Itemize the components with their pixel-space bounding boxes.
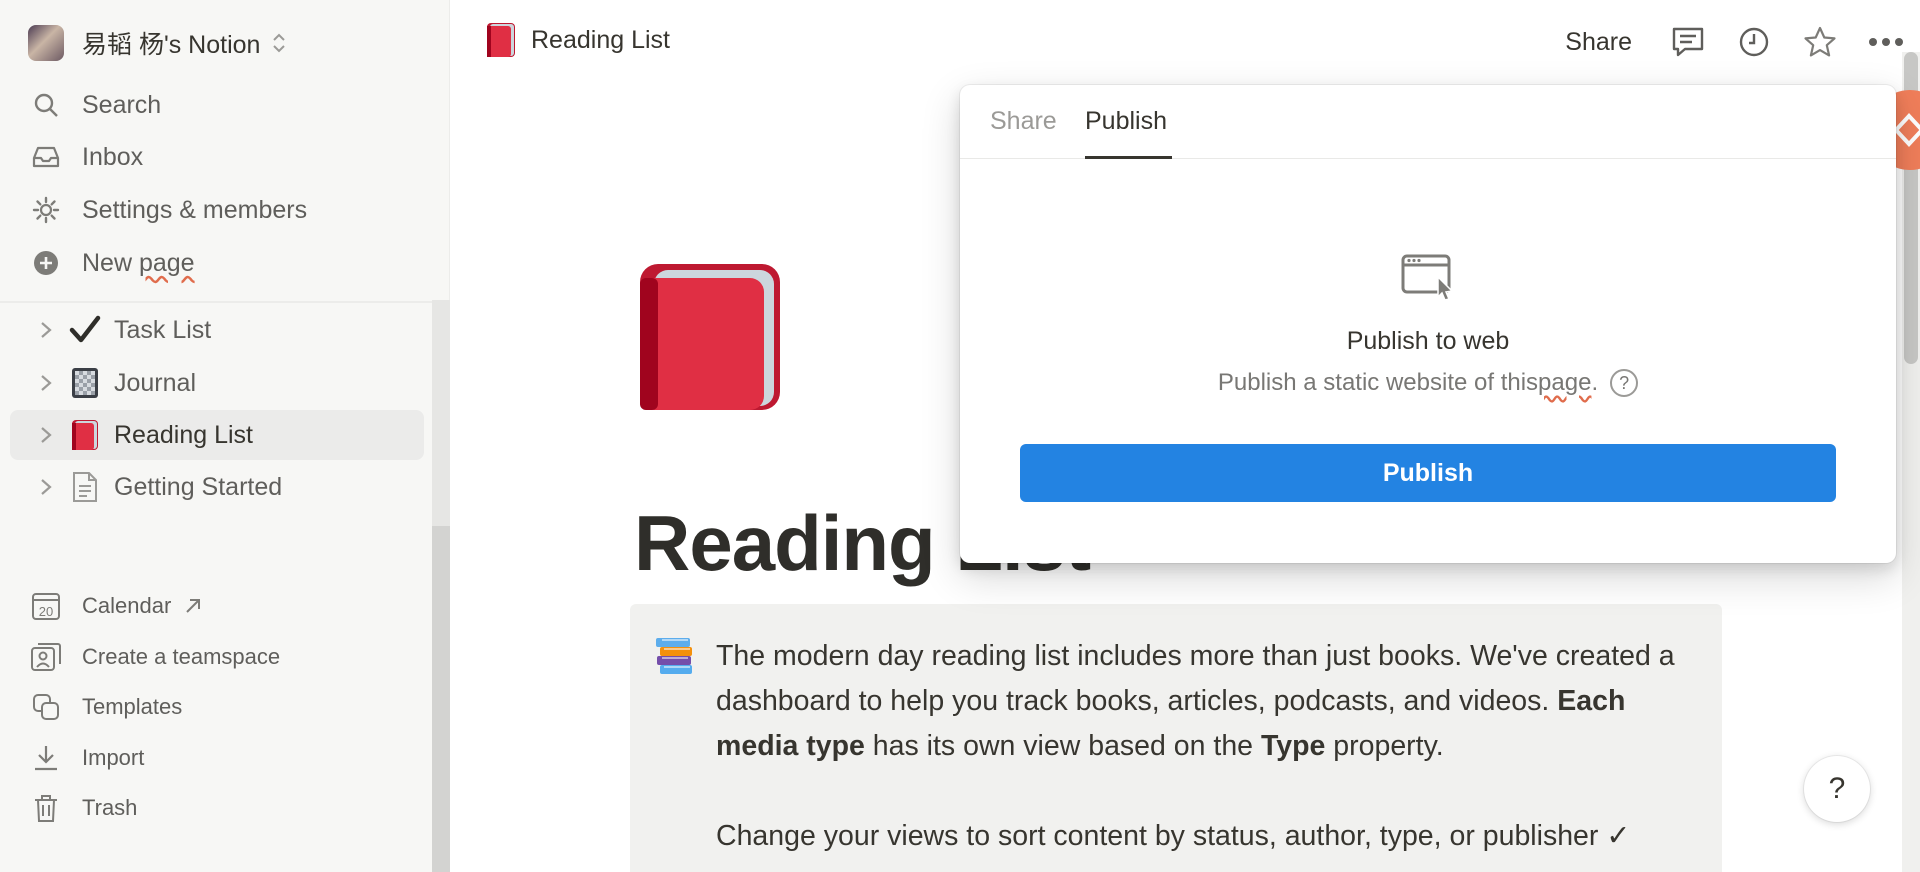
gear-icon bbox=[28, 192, 64, 228]
search-icon bbox=[28, 87, 64, 123]
download-icon bbox=[28, 740, 64, 776]
help-icon[interactable]: ? bbox=[1610, 369, 1639, 397]
topbar: Reading List Share bbox=[450, 0, 1920, 84]
publish-description: Publish a static website of this page. ? bbox=[960, 369, 1896, 397]
top-actions: Share bbox=[1565, 18, 1920, 66]
red-book-icon bbox=[487, 23, 515, 57]
publish-heading: Publish to web bbox=[1346, 327, 1510, 355]
sidebar-import[interactable]: Import bbox=[28, 736, 144, 780]
sidebar-inbox-label: Inbox bbox=[82, 142, 144, 171]
sidebar-page-label: Journal bbox=[114, 368, 196, 397]
breadcrumb-title: Reading List bbox=[531, 25, 670, 54]
books-icon bbox=[656, 638, 692, 674]
chevron-right-icon[interactable] bbox=[28, 365, 64, 401]
chevron-right-icon[interactable] bbox=[28, 469, 64, 505]
callout-paragraph: The modern day reading list includes mor… bbox=[716, 640, 1675, 762]
callout-block[interactable]: The modern day reading list includes mor… bbox=[630, 604, 1722, 872]
sidebar-new-page[interactable]: New page bbox=[28, 240, 195, 286]
breadcrumb[interactable]: Reading List bbox=[485, 22, 670, 58]
popover-tabs: Share Publish bbox=[960, 85, 1896, 159]
sidebar-search[interactable]: Search bbox=[28, 82, 161, 128]
sidebar-templates-label: Templates bbox=[82, 694, 183, 719]
sidebar-scrollbar[interactable] bbox=[432, 300, 450, 872]
sidebar-search-label: Search bbox=[82, 90, 162, 119]
sidebar-settings[interactable]: Settings & members bbox=[28, 187, 307, 233]
sidebar-page-reading-list[interactable]: Reading List bbox=[10, 410, 424, 460]
plus-circle-icon bbox=[28, 245, 64, 281]
callout-paragraph-2: Change your views to sort content by sta… bbox=[716, 820, 1631, 852]
sidebar-create-teamspace-label: Create a teamspace bbox=[82, 644, 281, 669]
sidebar-page-label: Task List bbox=[114, 315, 212, 344]
sidebar-calendar-label: Calendar bbox=[82, 593, 172, 618]
document-icon bbox=[68, 470, 102, 504]
clock-icon[interactable] bbox=[1732, 20, 1776, 64]
star-icon[interactable] bbox=[1798, 20, 1842, 64]
sidebar-page-label: Getting Started bbox=[114, 472, 283, 501]
check-icon bbox=[68, 313, 102, 347]
calendar-icon: 20 bbox=[28, 588, 64, 624]
sidebar-import-label: Import bbox=[82, 745, 145, 770]
sidebar-scrollbar-thumb[interactable] bbox=[432, 526, 450, 872]
chevron-right-icon[interactable] bbox=[28, 312, 64, 348]
sidebar-calendar[interactable]: 20 Calendar bbox=[28, 584, 203, 628]
tab-publish[interactable]: Publish bbox=[1085, 107, 1167, 136]
comments-icon[interactable] bbox=[1666, 20, 1710, 64]
inbox-icon bbox=[28, 139, 64, 175]
sidebar: 易韬 杨's Notion Search Inbox Settings & me… bbox=[0, 0, 450, 872]
workspace-avatar bbox=[28, 25, 64, 61]
sidebar-create-teamspace[interactable]: Create a teamspace bbox=[28, 635, 280, 679]
share-button[interactable]: Share bbox=[1565, 28, 1632, 57]
sidebar-page-label: Reading List bbox=[114, 420, 253, 449]
red-book-page-icon[interactable] bbox=[636, 262, 784, 414]
publish-button[interactable]: Publish bbox=[1020, 444, 1836, 502]
red-book-icon bbox=[68, 418, 102, 452]
help-button[interactable]: ? bbox=[1804, 756, 1870, 822]
sidebar-templates[interactable]: Templates bbox=[28, 685, 182, 729]
share-publish-popover: Share Publish Publish to web Publish a s… bbox=[960, 85, 1896, 563]
chevron-right-icon[interactable] bbox=[28, 417, 64, 453]
sidebar-trash[interactable]: Trash bbox=[28, 786, 137, 830]
sidebar-settings-label: Settings & members bbox=[82, 195, 308, 224]
journal-icon bbox=[68, 366, 102, 400]
svg-text:20: 20 bbox=[39, 604, 53, 619]
teamspace-icon bbox=[28, 639, 64, 675]
sidebar-new-page-label: New page bbox=[82, 248, 195, 277]
main-scrollbar[interactable] bbox=[1902, 52, 1920, 872]
sidebar-page-getting-started[interactable]: Getting Started bbox=[10, 462, 424, 512]
diamond-icon bbox=[1893, 113, 1920, 147]
templates-icon bbox=[28, 689, 64, 725]
browser-cursor-icon bbox=[1401, 254, 1454, 301]
workspace-name: 易韬 杨's Notion bbox=[82, 31, 261, 59]
workspace-switcher[interactable]: 易韬 杨's Notion bbox=[28, 22, 288, 64]
trash-icon bbox=[28, 790, 64, 826]
sidebar-page-journal[interactable]: Journal bbox=[10, 358, 424, 408]
chevron-up-down-icon bbox=[273, 33, 286, 53]
sidebar-trash-label: Trash bbox=[82, 795, 138, 820]
sidebar-divider bbox=[0, 301, 432, 303]
arrow-up-right-icon bbox=[186, 599, 201, 613]
sidebar-inbox[interactable]: Inbox bbox=[28, 134, 143, 180]
tab-share[interactable]: Share bbox=[990, 107, 1057, 136]
tab-active-indicator bbox=[1085, 156, 1172, 159]
sidebar-page-task-list[interactable]: Task List bbox=[10, 305, 424, 355]
